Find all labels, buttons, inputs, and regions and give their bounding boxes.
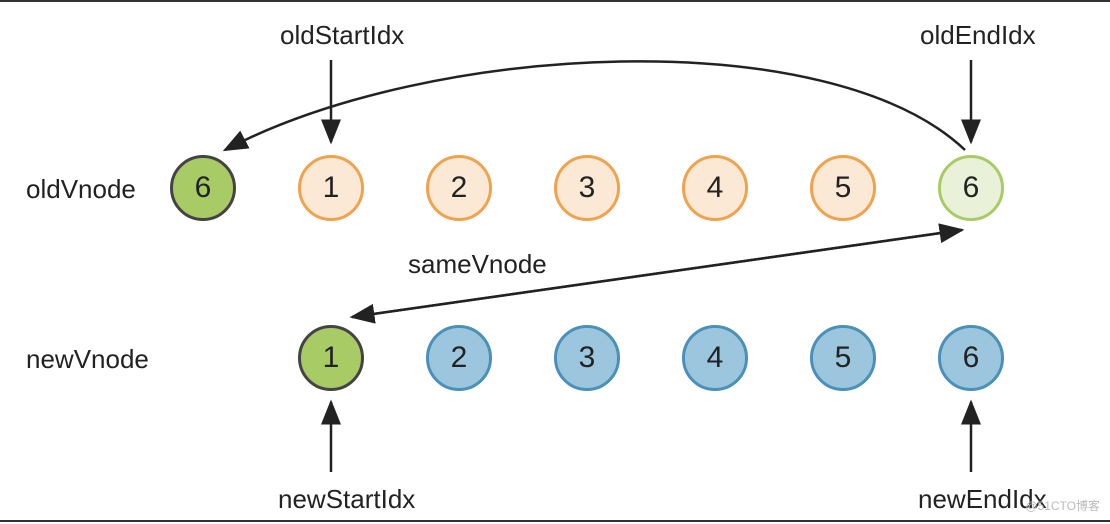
new-node-4: 5 <box>810 325 876 391</box>
label-samevnode: sameVnode <box>408 249 547 280</box>
old-node-3-value: 3 <box>579 171 596 205</box>
new-node-5: 6 <box>938 325 1004 391</box>
old-node-4: 4 <box>682 155 748 221</box>
new-node-2: 3 <box>554 325 620 391</box>
new-node-1: 2 <box>426 325 492 391</box>
label-newstartidx: newStartIdx <box>278 484 415 515</box>
new-node-0: 1 <box>298 325 364 391</box>
old-node-1-value: 1 <box>323 171 340 205</box>
new-node-3-value: 4 <box>707 341 724 375</box>
label-oldvnode: oldVnode <box>26 174 136 205</box>
old-node-4-value: 4 <box>707 171 724 205</box>
old-node-6-value: 6 <box>963 171 980 205</box>
watermark: @51CTO博客 <box>1025 497 1100 514</box>
label-oldstartidx: oldStartIdx <box>280 20 404 51</box>
new-node-5-value: 6 <box>963 341 980 375</box>
new-node-3: 4 <box>682 325 748 391</box>
label-newvnode: newVnode <box>26 344 149 375</box>
old-node-5-value: 5 <box>835 171 852 205</box>
new-node-4-value: 5 <box>835 341 852 375</box>
old-node-6: 6 <box>938 155 1004 221</box>
label-oldendidx: oldEndIdx <box>920 20 1036 51</box>
old-node-0-value: 6 <box>195 171 212 205</box>
old-node-5: 5 <box>810 155 876 221</box>
new-node-1-value: 2 <box>451 341 468 375</box>
new-node-2-value: 3 <box>579 341 596 375</box>
old-node-2: 2 <box>426 155 492 221</box>
arrows-overlay <box>0 2 1110 524</box>
old-node-2-value: 2 <box>451 171 468 205</box>
arrow-move-curve <box>225 61 965 150</box>
old-node-0: 6 <box>170 155 236 221</box>
new-node-0-value: 1 <box>323 341 340 375</box>
old-node-3: 3 <box>554 155 620 221</box>
old-node-1: 1 <box>298 155 364 221</box>
